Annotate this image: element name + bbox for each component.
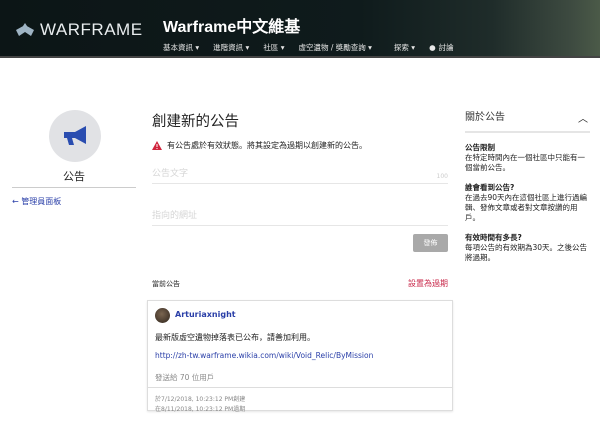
arrow-left-icon: ← [12, 197, 22, 206]
nav-discuss[interactable]: ● 討論 [429, 42, 468, 53]
site-header: WARFRAME Warframe中文維基 基本資訊 ▾ 進階資訊 ▾ 社區 ▾… [0, 0, 600, 58]
char-counter: 100 [436, 173, 448, 180]
warframe-logo[interactable]: WARFRAME [14, 20, 143, 40]
nav-advanced-info[interactable]: 進階資訊 ▾ [213, 42, 249, 53]
main-nav: 基本資訊 ▾ 進階資訊 ▾ 社區 ▾ 虛空遺物 / 獎勵查詢 ▾ 探索 ▾ ● 討… [163, 42, 482, 53]
section-body: 在特定時間內在一個社區中只能有一個當前公告。 [465, 153, 585, 172]
about-panel: 關於公告 ︿ 公告限制 在特定時間內在一個社區中只能有一個當前公告。 誰會看到公告… [465, 108, 590, 263]
back-to-admin-link[interactable]: ← 管理員面板 [12, 196, 61, 207]
nav-community[interactable]: 社區 ▾ [263, 42, 284, 53]
about-section: 有效時間有多長? 每項公告的有效期為30天。之後公告將過期。 [465, 233, 590, 263]
lotus-icon [16, 23, 34, 36]
main-content: 創建新的公告 有公告處於有效狀態。將其設定為過期以創建新的公告。 公告文字 100… [152, 110, 448, 288]
announcement-link[interactable]: http://zh-tw.warframe.wikia.com/wiki/Voi… [155, 351, 373, 360]
url-placeholder: 指向的網址 [152, 211, 198, 221]
about-section: 誰會看到公告? 在過去90天內在這個社區上進行過編輯、發佈文章或者對文章按讚的用戶… [465, 183, 590, 223]
announcement-text-input[interactable]: 公告文字 100 [152, 166, 448, 184]
nav-discuss-label: 討論 [438, 43, 454, 52]
warning-icon [152, 141, 162, 150]
logo-text: WARFRAME [40, 20, 143, 39]
site-title[interactable]: Warframe中文維基 [163, 13, 300, 37]
warning-message: 有公告處於有效狀態。將其設定為過期以創建新的公告。 [152, 140, 367, 151]
about-title: 關於公告 [465, 112, 505, 123]
chevron-up-icon[interactable]: ︿ [578, 110, 588, 125]
expiry-date: 在8/11/2018, 10:23:12 PM過期 [155, 406, 246, 413]
nav-basic-info[interactable]: 基本資訊 ▾ [163, 42, 199, 53]
section-body: 在過去90天內在這個社區上進行過編輯、發佈文章或者對文章按讚的用戶。 [465, 193, 588, 222]
nav-explore[interactable]: 探索 ▾ [394, 42, 415, 53]
megaphone-icon [64, 126, 86, 145]
divider [12, 187, 136, 188]
section-body: 每項公告的有效期為30天。之後公告將過期。 [465, 243, 588, 262]
text-placeholder: 公告文字 [152, 169, 189, 179]
announcement-card: Arturiaxnight 最新版虛空遺物掉落表已公布，請善加利用。 http:… [147, 300, 453, 413]
back-label: 管理員面板 [21, 197, 62, 206]
about-section: 公告限制 在特定時間內在一個社區中只能有一個當前公告。 [465, 143, 590, 173]
author-name[interactable]: Arturiaxnight [175, 310, 236, 319]
card-footer: 於7/12/2018, 10:23:12 PM創建 在8/11/2018, 10… [148, 387, 452, 422]
panel-title: 公告 [63, 170, 85, 183]
publish-button[interactable]: 發佈 [413, 234, 448, 252]
nav-void-relics[interactable]: 虛空遺物 / 獎勵查詢 ▾ [298, 42, 371, 53]
created-date: 於7/12/2018, 10:23:12 PM創建 [155, 396, 246, 403]
section-heading: 誰會看到公告? [465, 183, 515, 192]
recipients-count: 發送給 70 位用戶 [155, 373, 215, 382]
announcement-icon-circle [49, 110, 101, 162]
section-heading: 有效時間有多長? [465, 233, 522, 242]
divider [465, 131, 590, 133]
announcement-message: 最新版虛空遺物掉落表已公布，請善加利用。 [155, 333, 315, 342]
chat-icon: ● [429, 43, 436, 52]
warning-text: 有公告處於有效狀態。將其設定為過期以創建新的公告。 [167, 141, 367, 150]
set-expired-button[interactable]: 設置為過期 [408, 278, 448, 289]
url-input[interactable]: 指向的網址 [152, 208, 448, 226]
avatar[interactable] [155, 308, 170, 323]
page-title: 創建新的公告 [152, 114, 239, 130]
section-heading: 公告限制 [465, 143, 495, 152]
current-announcement-label: 當前公告 [152, 280, 180, 288]
